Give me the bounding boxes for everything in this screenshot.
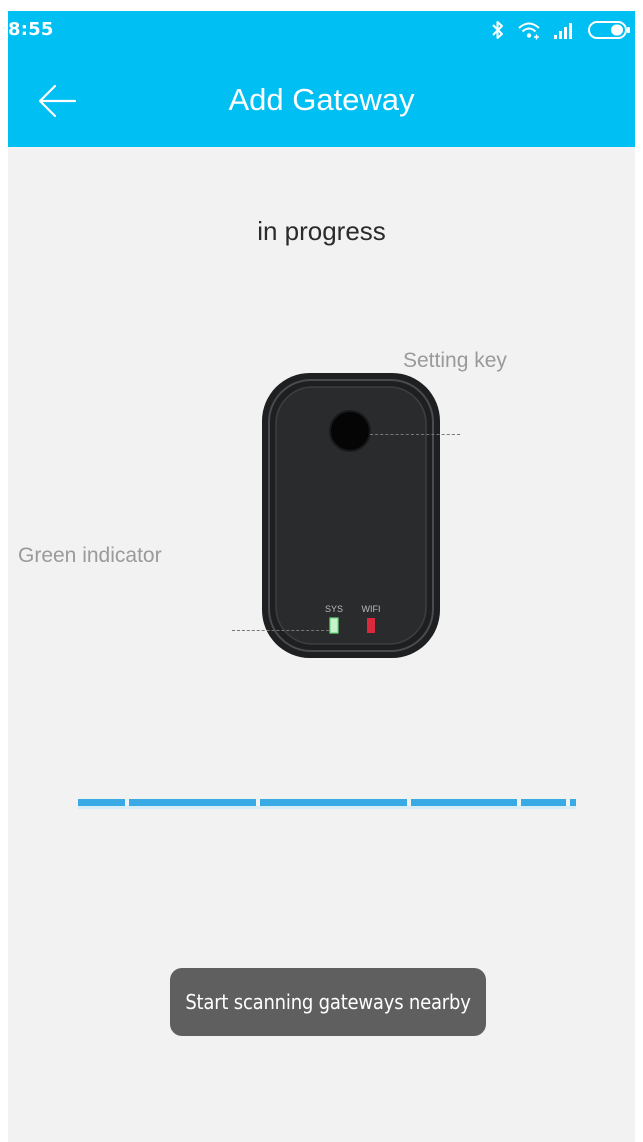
- sys-green-led: [329, 617, 339, 634]
- sys-led-label: SYS: [325, 604, 343, 614]
- toast-message: Start scanning gateways nearby: [170, 968, 486, 1036]
- bluetooth-icon: [491, 20, 505, 40]
- progress-segment: [411, 799, 517, 806]
- cellular-signal-icon: [553, 20, 575, 40]
- progress-segment: [260, 799, 407, 806]
- screen: 8:55 Add Gateway in progress SYS WIFI Se…: [0, 0, 643, 1142]
- gateway-device-image: SYS WIFI: [262, 373, 440, 658]
- status-bar: 8:55: [8, 11, 635, 49]
- progress-segment: [78, 799, 125, 806]
- progress-segment: [521, 799, 566, 806]
- page-title: Add Gateway: [228, 82, 415, 117]
- main-content: in progress SYS WIFI Setting key Green i…: [8, 147, 635, 1142]
- status-icons: [491, 18, 631, 42]
- app-bar: Add Gateway: [8, 49, 635, 147]
- setting-key-pointer-line: [370, 434, 460, 435]
- progress-segment: [570, 799, 576, 806]
- wifi-icon: [517, 20, 541, 40]
- progress-glow: [78, 806, 576, 809]
- green-indicator-label: Green indicator: [18, 544, 162, 567]
- wifi-red-led: [367, 618, 375, 633]
- progress-segment: [129, 799, 256, 806]
- progress-status-text: in progress: [257, 216, 386, 246]
- battery-icon: [587, 19, 631, 41]
- gateway-device-illustration: SYS WIFI: [64, 367, 604, 667]
- setting-key-label: Setting key: [403, 349, 507, 372]
- status-time: 8:55: [8, 19, 54, 40]
- scanning-progress-bar: [78, 797, 578, 813]
- wifi-led-label: WIFI: [362, 604, 381, 614]
- green-indicator-pointer-line: [232, 630, 329, 631]
